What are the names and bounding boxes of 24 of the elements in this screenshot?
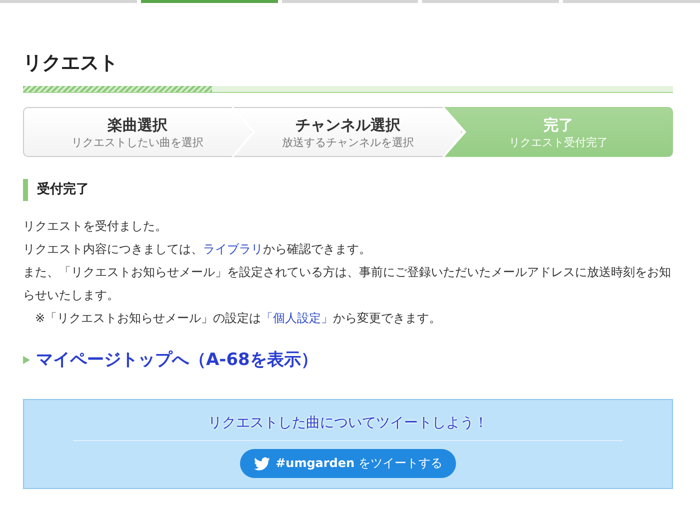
- step-subtitle: リクエスト受付完了: [509, 134, 608, 150]
- paragraph: リクエストを受付ました。: [23, 218, 168, 235]
- nav-tab[interactable]: [282, 0, 418, 3]
- nav-tab[interactable]: [140, 0, 278, 3]
- step-title: 楽曲選択: [107, 114, 168, 134]
- nav-tab[interactable]: [0, 0, 137, 3]
- paragraph: リクエスト内容につきましては、ライブラリ から確認できます。: [23, 241, 372, 258]
- step-title: チャンネル選択: [296, 114, 400, 134]
- bird-icon: [254, 456, 270, 470]
- step-subtitle: リクエストしたい曲を選択: [71, 134, 204, 150]
- section-title: 受付完了: [23, 179, 673, 201]
- paragraph: また、「リクエストお知らせメール」を設定されている方は、事前にご登録いただいたメールアドレスに放送時刻をお知らせいたします。: [23, 264, 672, 304]
- text-link[interactable]: ライブラリ: [203, 242, 263, 256]
- nav-tab[interactable]: [422, 0, 560, 3]
- step-title: 完了: [544, 114, 574, 134]
- triangle-icon: [23, 356, 30, 364]
- tweet-heading: リクエストした曲についてツイートしよう！: [72, 414, 624, 441]
- text-link[interactable]: 「個人設定」: [261, 311, 334, 325]
- nav-tab[interactable]: [563, 0, 700, 3]
- step-subtitle: 放送するチャンネルを選択: [282, 134, 414, 150]
- page-title: リクエスト: [23, 51, 119, 76]
- paragraph: ※「リクエストお知らせメール」の設定は「個人設定」から変更できます。: [34, 310, 442, 327]
- mypage-link[interactable]: マイページトップへ（A-68を表示）: [23, 348, 673, 371]
- tweet-button[interactable]: #umgarden をツイートする: [240, 449, 456, 478]
